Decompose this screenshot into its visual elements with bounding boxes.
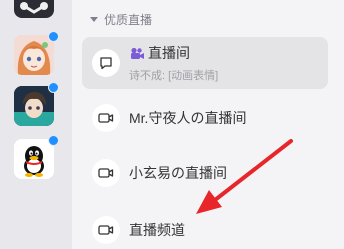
channel-label: 直播频道 (129, 222, 185, 238)
section-title: 优质直播 (104, 12, 153, 27)
channel-item-live-channel[interactable]: 直播频道 (82, 204, 328, 249)
notification-badge (48, 82, 59, 93)
camera-icon (92, 104, 120, 132)
channel-last-message: 诗不成: [动画表情] (129, 70, 219, 82)
chat-bubble-icon (92, 49, 120, 77)
notification-badge (48, 31, 59, 42)
channel-item-live-room[interactable]: 直播间 诗不成: [动画表情] (82, 37, 328, 89)
dock-item-penguin[interactable] (14, 135, 59, 179)
live-camera-icon (129, 47, 145, 60)
notification-badge (48, 135, 59, 146)
camera-icon (92, 216, 120, 244)
avatar (14, 35, 54, 75)
channel-panel: 优质直播 直播间 诗不成: [动画表情] Mr.守夜人の直播间 小玄易の直播间 … (72, 0, 344, 249)
camera-icon (92, 159, 120, 187)
channel-label: Mr.守夜人の直播间 (129, 110, 247, 126)
dock-item-anime-girl[interactable] (14, 31, 59, 75)
channel-label: 直播间 (148, 45, 190, 61)
app-avatar (14, 0, 54, 18)
server-dock (0, 0, 72, 249)
channel-item-xiaoxuanyi[interactable]: 小玄易の直播间 (82, 147, 328, 199)
dock-item-top[interactable] (14, 0, 54, 18)
app-window: 优质直播 直播间 诗不成: [动画表情] Mr.守夜人の直播间 小玄易の直播间 … (0, 0, 344, 249)
channel-label: 小玄易の直播间 (129, 165, 227, 181)
avatar (14, 139, 54, 179)
dock-item-anime-boy[interactable] (14, 82, 59, 126)
caret-down-icon (90, 16, 98, 22)
avatar (14, 86, 54, 126)
section-header[interactable]: 优质直播 (90, 11, 152, 27)
channel-item-mr-night[interactable]: Mr.守夜人の直播间 (82, 92, 328, 144)
